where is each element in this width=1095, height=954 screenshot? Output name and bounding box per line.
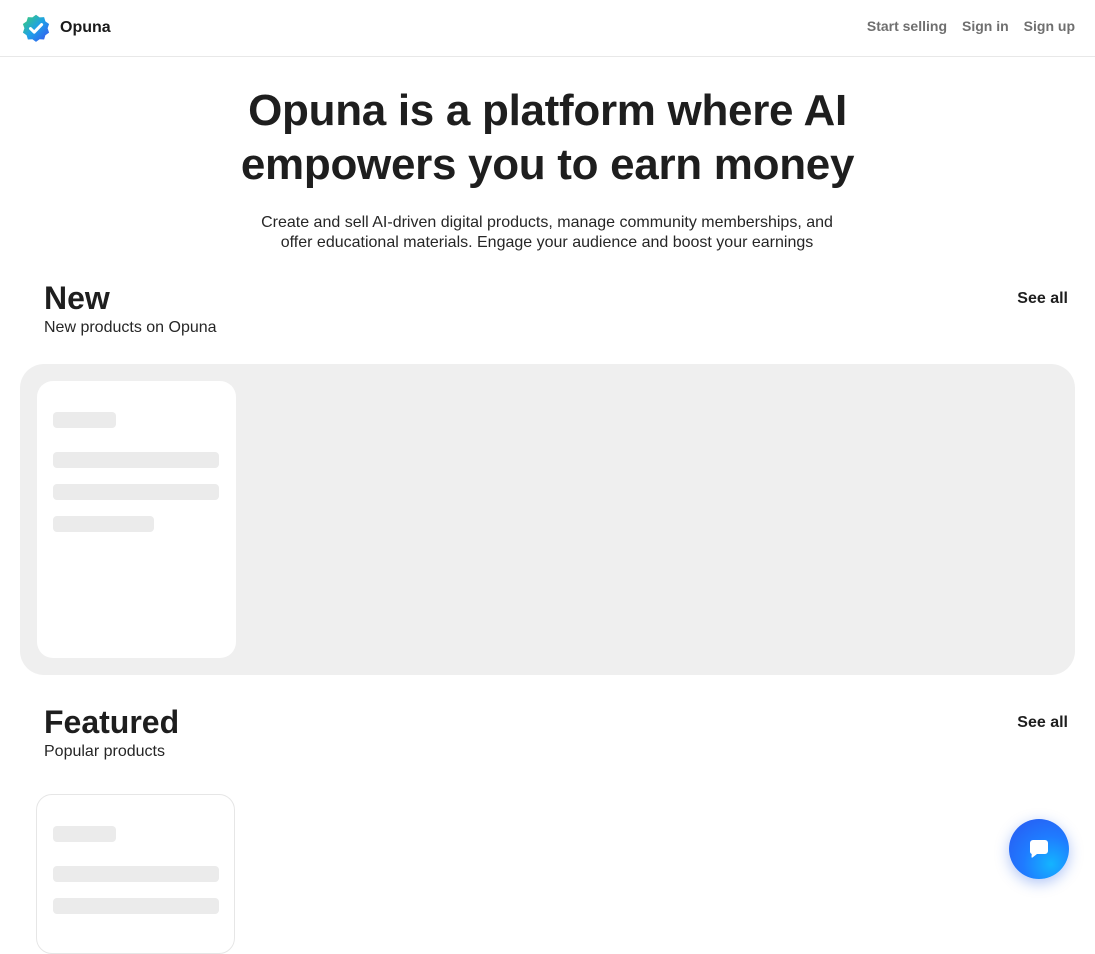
skeleton-line: [53, 826, 116, 842]
start-selling-link[interactable]: Start selling: [867, 18, 947, 34]
new-section-header: New New products on Opuna See all: [44, 279, 1074, 339]
featured-section-title: Featured: [44, 704, 180, 740]
chat-launcher-button[interactable]: [1009, 819, 1069, 879]
hero-subtitle: Create and sell AI-driven digital produc…: [247, 213, 847, 252]
skeleton-line: [53, 866, 219, 882]
featured-see-all-link[interactable]: See all: [1017, 714, 1068, 732]
new-products-carousel: [20, 364, 1075, 675]
skeleton-line: [53, 452, 219, 468]
sign-in-link[interactable]: Sign in: [962, 18, 1009, 34]
product-card-placeholder[interactable]: [37, 381, 236, 658]
skeleton-line: [53, 412, 116, 428]
sign-up-link[interactable]: Sign up: [1024, 18, 1075, 34]
skeleton-line: [53, 516, 154, 532]
brand-home-link[interactable]: Opuna: [20, 12, 111, 44]
skeleton-line: [53, 484, 219, 500]
featured-product-card-placeholder[interactable]: [36, 794, 235, 954]
new-section-title: New: [44, 280, 110, 316]
top-navigation-bar: Opuna Start selling Sign in Sign up: [0, 0, 1095, 57]
verified-badge-icon: [22, 14, 50, 42]
new-section-description: New products on Opuna: [44, 319, 217, 336]
hero-title: Opuna is a platform where AI empowers yo…: [0, 84, 1095, 192]
skeleton-line: [53, 898, 219, 914]
header-nav: Start selling Sign in Sign up: [867, 18, 1075, 34]
new-see-all-link[interactable]: See all: [1017, 290, 1068, 308]
hero-subtitle-line-2: offer educational materials. Engage your…: [280, 233, 814, 251]
hero-title-line-2: empowers you to earn money: [240, 140, 855, 189]
hero-title-line-1: Opuna is a platform where AI: [248, 86, 847, 135]
brand-name: Opuna: [60, 19, 111, 36]
hero-subtitle-line-1: Create and sell AI-driven digital produc…: [261, 214, 833, 231]
chat-bubble-icon: [1029, 840, 1048, 858]
featured-section-description: Popular products: [44, 743, 165, 760]
featured-section-header: Featured Popular products See all: [44, 703, 1074, 763]
